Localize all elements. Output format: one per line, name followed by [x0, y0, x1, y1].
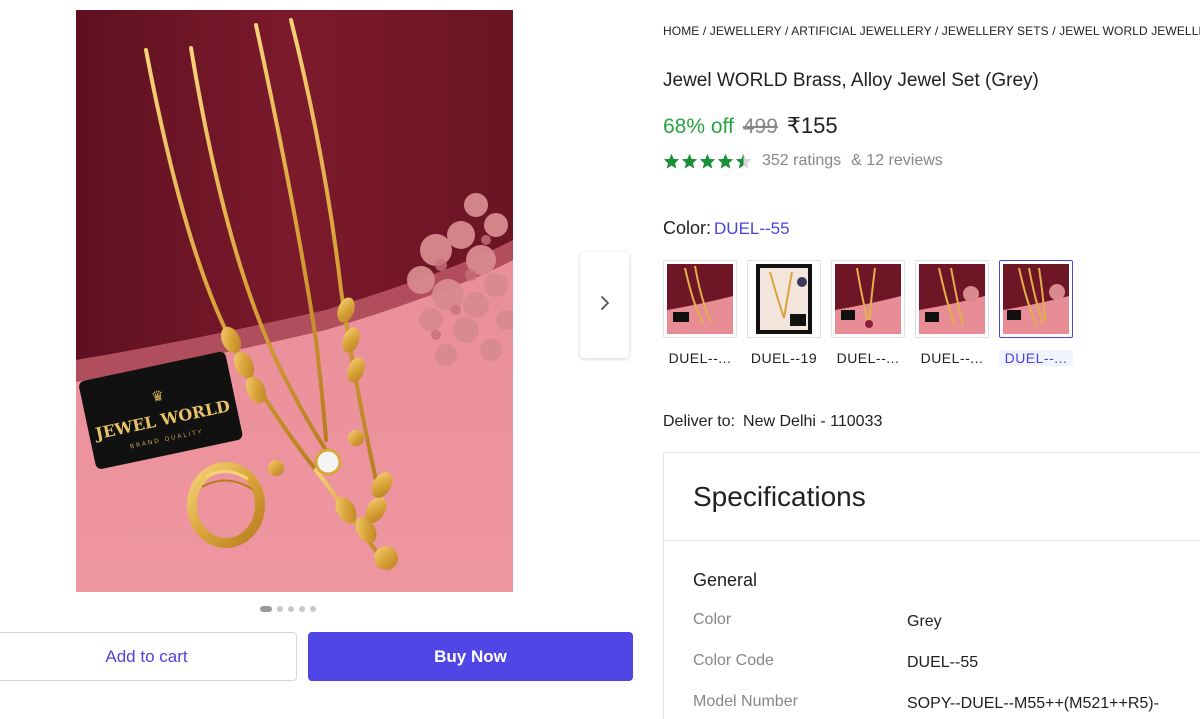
add-to-cart-button[interactable]: Add to cart [0, 632, 297, 681]
spec-value: DUEL--55 [907, 654, 979, 671]
buy-now-button[interactable]: Buy Now [308, 632, 633, 681]
breadcrumb-separator: / [931, 24, 942, 38]
carousel-dot[interactable] [310, 606, 316, 612]
color-swatches: DUEL--... DUEL--19 DUEL--... DUEL--... D… [663, 260, 1073, 366]
rating-row[interactable]: 352 ratings & 12 reviews [663, 152, 943, 170]
swatch-label: DUEL--... [836, 350, 900, 366]
breadcrumb-separator: / [1048, 24, 1060, 38]
color-selector-label: Color: DUEL--55 [663, 218, 790, 239]
specifications-panel: Specifications General Color Grey Color … [663, 452, 1200, 719]
spec-section-title: General [693, 570, 758, 590]
product-title: Jewel WORLD Brass, Alloy Jewel Set (Grey… [663, 70, 1039, 91]
spec-key: Color Code [693, 652, 774, 669]
color-label: Color: [663, 218, 712, 238]
next-image-button[interactable] [580, 252, 629, 358]
spec-value: Grey [907, 613, 942, 630]
spec-value: SOPY--DUEL--M55++(M521++R5)- [907, 695, 1159, 712]
swatch-thumbnail [915, 260, 989, 338]
price-row: 68% off 499 ₹155 [663, 113, 838, 139]
action-buttons: Add to cart Buy Now [0, 632, 634, 682]
spec-key: Color [693, 611, 732, 628]
breadcrumb-item-home[interactable]: HOME [663, 24, 699, 38]
carousel-dot[interactable] [260, 606, 272, 612]
carousel-dot[interactable] [299, 606, 305, 612]
rating-stars [663, 153, 752, 169]
delivery-location[interactable]: New Delhi - 110033 [743, 413, 882, 430]
reviews-count: & 12 reviews [851, 152, 943, 169]
swatch-label: DUEL--19 [750, 350, 818, 366]
divider [664, 540, 1200, 541]
color-swatch[interactable]: DUEL--... [663, 260, 737, 366]
discount-label: 68% off [663, 115, 734, 138]
swatch-thumbnail [747, 260, 821, 338]
swatch-label: DUEL--... [999, 350, 1073, 366]
star-icon [717, 153, 734, 169]
selling-price: ₹155 [786, 113, 838, 138]
star-icon [663, 153, 680, 169]
selected-color-value: DUEL--55 [714, 219, 790, 238]
ratings-count: 352 ratings [762, 152, 842, 169]
specifications-title: Specifications [693, 481, 866, 512]
star-icon [699, 153, 716, 169]
swatch-thumbnail [999, 260, 1073, 338]
carousel-dot[interactable] [277, 606, 283, 612]
star-half-icon [735, 153, 752, 169]
breadcrumb-item-jewellery[interactable]: JEWELLERY [710, 24, 782, 38]
swatch-label: DUEL--... [668, 350, 732, 366]
deliver-to-label: Deliver to: [663, 413, 736, 430]
breadcrumb-item-artificial-jewellery[interactable]: ARTIFICIAL JEWELLERY [791, 24, 931, 38]
breadcrumb-item-brand[interactable]: JEWEL WORLD JEWELLERY [1059, 24, 1200, 38]
swatch-thumbnail [831, 260, 905, 338]
swatch-thumbnail [663, 260, 737, 338]
product-main-image[interactable]: ♛ JEWEL WORLD BRAND QUALITY [76, 10, 513, 592]
chevron-right-icon [599, 295, 611, 315]
carousel-dot[interactable] [288, 606, 294, 612]
breadcrumb-separator: / [699, 24, 710, 38]
breadcrumb-item-jewellery-sets[interactable]: JEWELLERY SETS [942, 24, 1049, 38]
breadcrumb: HOME / JEWELLERY / ARTIFICIAL JEWELLERY … [663, 24, 1200, 38]
spec-key: Model Number [693, 693, 798, 710]
star-icon [681, 153, 698, 169]
color-swatch[interactable]: DUEL--... [915, 260, 989, 366]
breadcrumb-separator: / [781, 24, 792, 38]
color-swatch[interactable]: DUEL--... [831, 260, 905, 366]
mrp-price: 499 [742, 115, 778, 138]
color-swatch[interactable]: DUEL--19 [747, 260, 821, 366]
swatch-label: DUEL--... [920, 350, 984, 366]
delivery-info[interactable]: Deliver to: New Delhi - 110033 [663, 413, 882, 431]
image-carousel-dots [260, 606, 316, 612]
color-swatch-selected[interactable]: DUEL--... [999, 260, 1073, 366]
